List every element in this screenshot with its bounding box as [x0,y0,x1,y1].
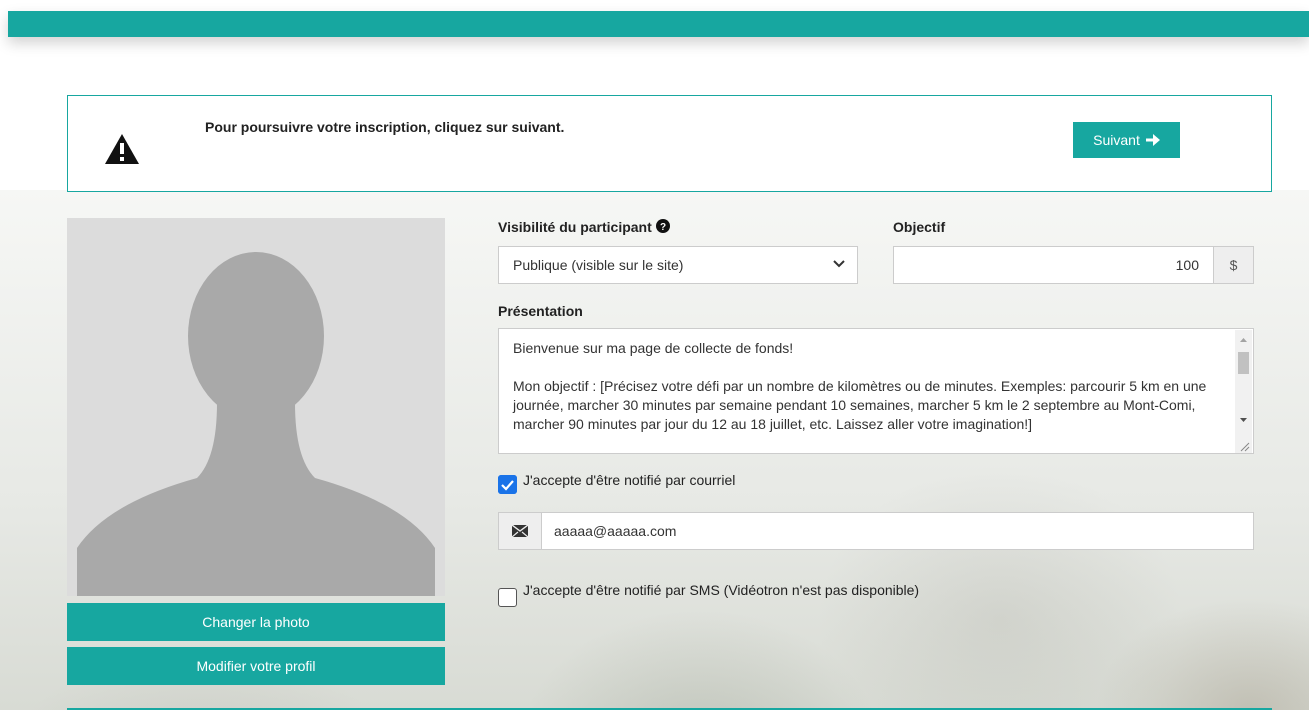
textarea-scrollbar[interactable] [1235,330,1252,453]
goal-currency: $ [1214,246,1254,284]
presentation-textarea[interactable]: Bienvenue sur ma page de collecte de fon… [498,328,1254,454]
scrollbar-thumb[interactable] [1238,352,1249,374]
warning-icon [105,134,139,164]
visibility-label-text: Visibilité du participant [498,219,652,235]
question-circle-icon[interactable]: ? [655,219,670,233]
scroll-up-icon[interactable] [1235,334,1252,346]
sms-opt-in-row[interactable]: J'accepte d'être notifié par SMS (Vidéot… [498,582,919,607]
email-addon [498,512,542,550]
envelope-icon [512,525,528,537]
sms-opt-in-checkbox[interactable] [498,588,517,607]
presentation-label: Présentation [498,303,583,319]
email-opt-in-checkbox[interactable] [498,475,517,494]
resize-handle-icon[interactable] [1238,440,1250,452]
avatar-placeholder-icon [77,252,435,596]
svg-text:?: ? [660,222,666,233]
notice-panel: Pour poursuivre votre inscription, cliqu… [67,95,1272,192]
goal-input[interactable]: 100 [893,246,1214,284]
email-opt-in-label: J'accepte d'être notifié par courriel [523,472,736,488]
top-header-bar [8,11,1309,37]
goal-field: 100 $ [893,246,1254,284]
visibility-label: Visibilité du participant ? [498,219,670,235]
visibility-select[interactable]: Publique (visible sur le site) [498,246,858,284]
goal-label: Objectif [893,219,946,235]
sms-opt-in-label: J'accepte d'être notifié par SMS (Vidéot… [523,582,920,598]
presentation-line-1: Bienvenue sur ma page de collecte de fon… [513,340,794,356]
scroll-down-icon[interactable] [1235,414,1252,426]
next-button[interactable]: Suivant [1073,122,1180,158]
visibility-selected: Publique (visible sur le site) [513,257,684,273]
email-field-group: aaaaa@aaaaa.com [498,512,1254,550]
profile-photo [67,218,445,596]
chevron-down-icon [833,260,845,268]
next-button-label: Suivant [1093,132,1140,148]
edit-profile-button[interactable]: Modifier votre profil [67,647,445,685]
arrow-right-icon [1145,134,1160,146]
change-photo-button[interactable]: Changer la photo [67,603,445,641]
notice-message: Pour poursuivre votre inscription, cliqu… [205,119,565,135]
email-opt-in-row[interactable]: J'accepte d'être notifié par courriel [498,472,735,494]
presentation-line-2: Mon objectif : [Précisez votre défi par … [513,378,1211,432]
email-input[interactable]: aaaaa@aaaaa.com [542,512,1254,550]
